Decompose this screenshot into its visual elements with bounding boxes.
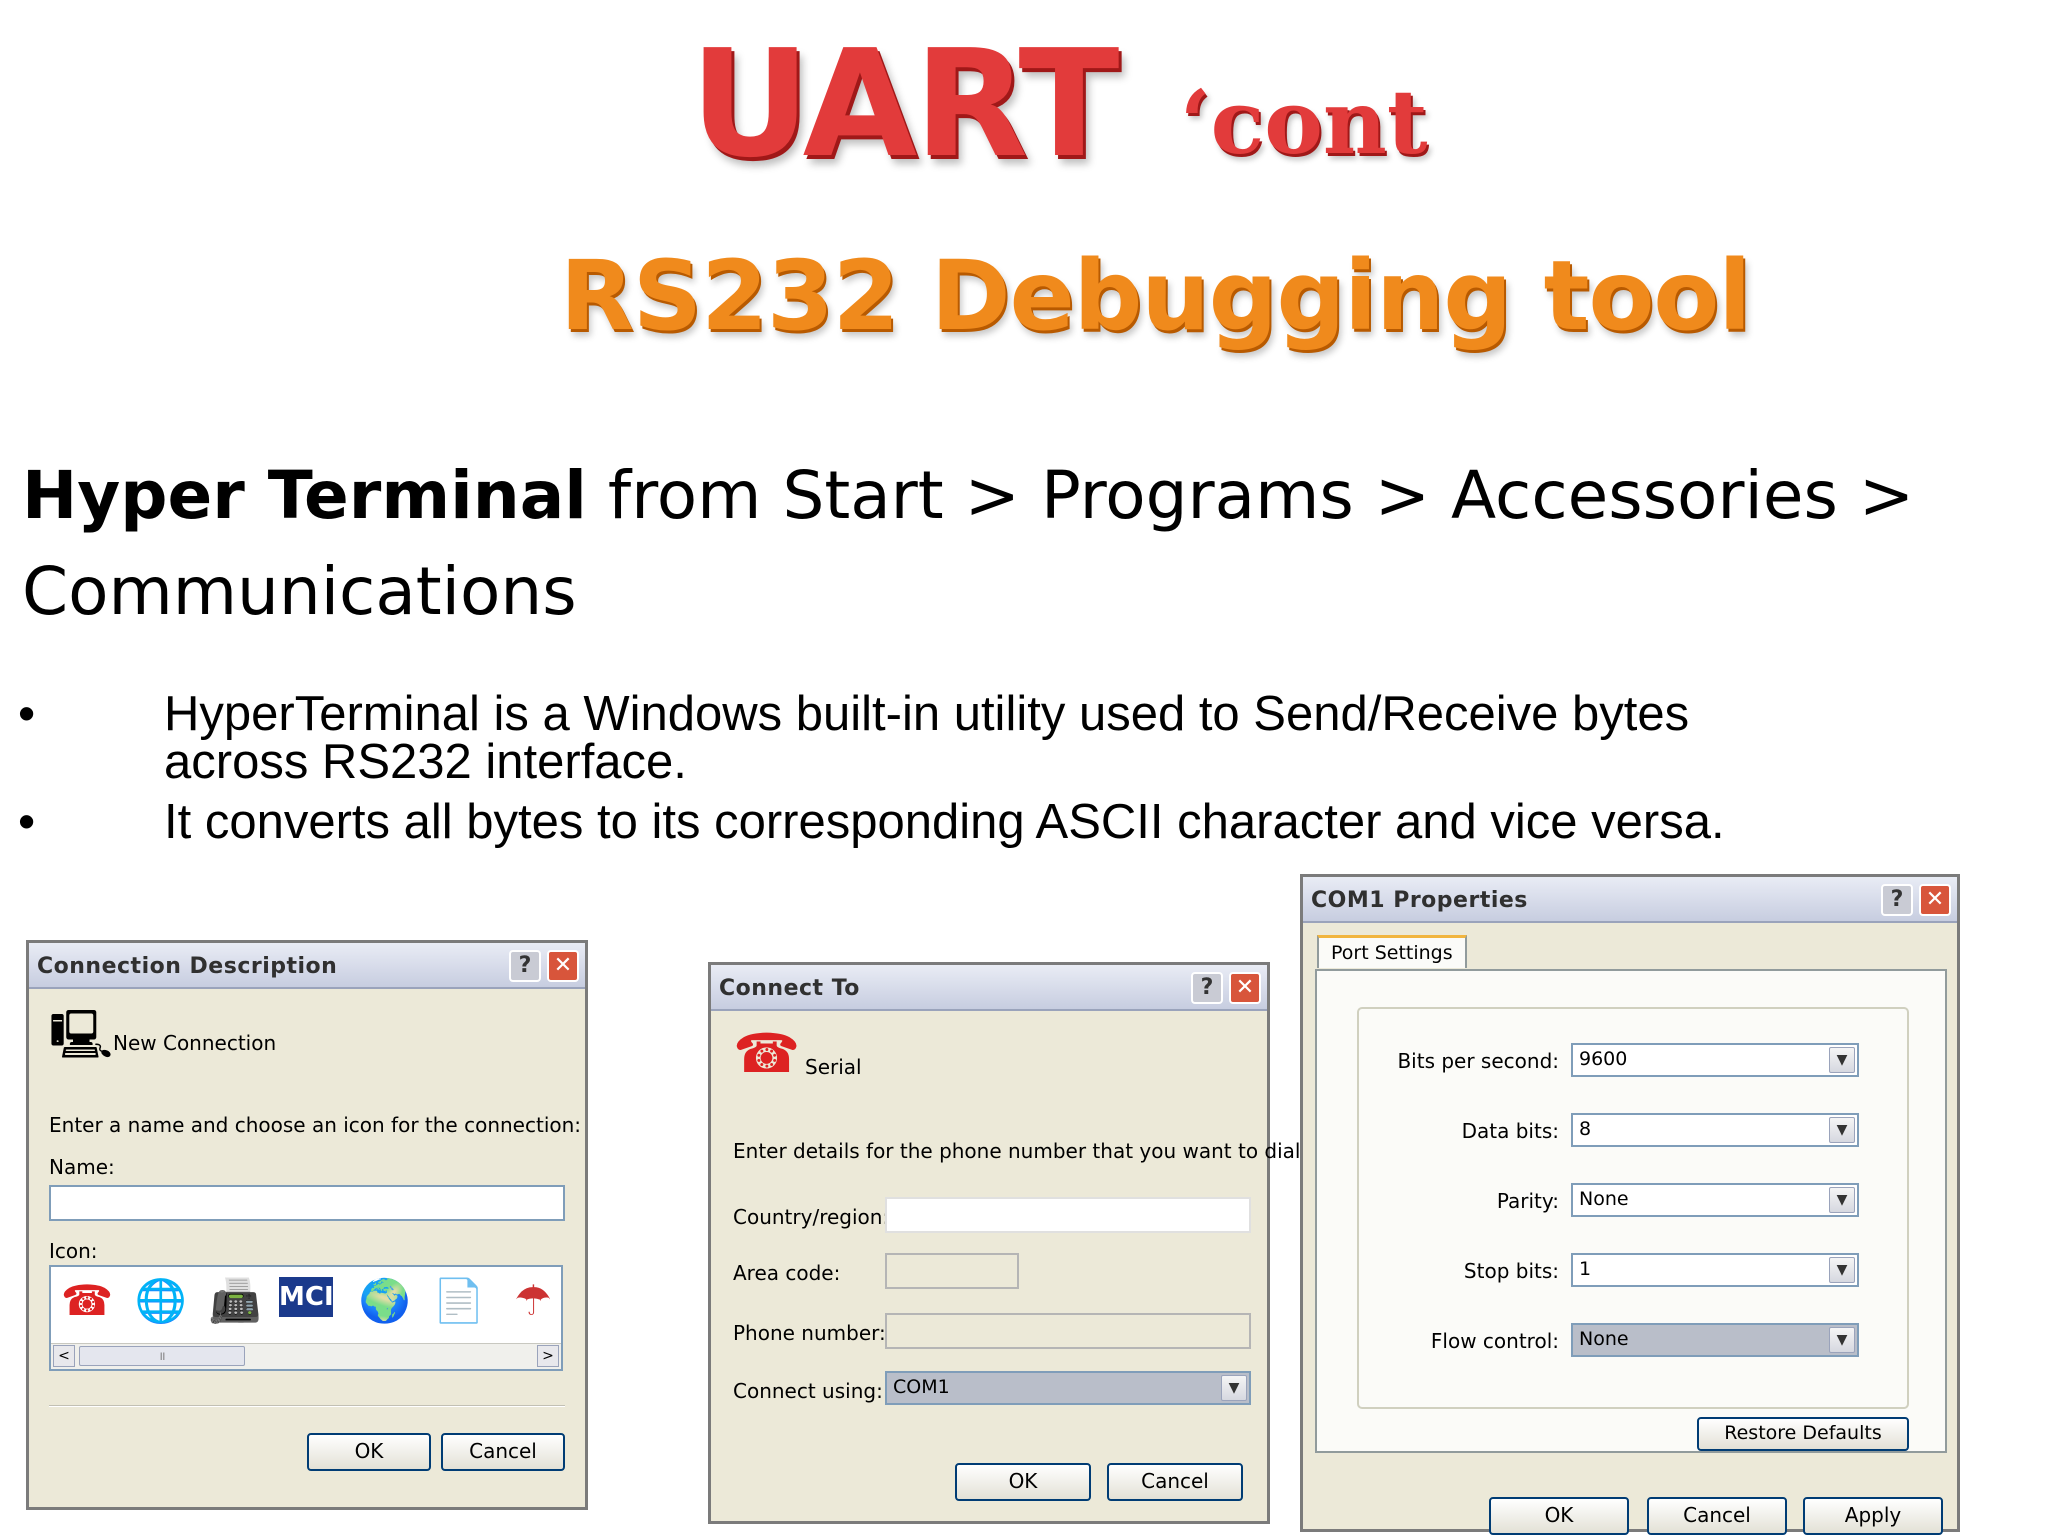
data-bits-select[interactable]: 8 ▼	[1571, 1113, 1859, 1147]
scroll-left-button[interactable]: <	[53, 1345, 75, 1367]
cancel-button[interactable]: Cancel	[441, 1433, 565, 1471]
stop-bits-label: Stop bits:	[1463, 1259, 1559, 1283]
help-button[interactable]: ?	[1881, 884, 1913, 916]
cancel-button[interactable]: Cancel	[1647, 1497, 1787, 1535]
connect-to-dialog: Connect To ? ✕ ☎ Serial Enter details fo…	[708, 962, 1307, 1524]
bullet-dot: •	[18, 687, 36, 741]
com1-properties-dialog: COM1 Properties ? ✕ Bits per second: 960…	[1300, 874, 1960, 1535]
title-bar: COM1 Properties ? ✕	[1303, 877, 1957, 923]
dialog-title: COM1 Properties	[1311, 888, 1528, 913]
ok-button[interactable]: OK	[955, 1463, 1091, 1501]
dialog-body: Bits per second: 9600 ▼ Data bits: 8 ▼ P…	[1303, 923, 1957, 1535]
bullet-list: • HyperTerminal is a Windows built-in ut…	[18, 690, 1778, 858]
name-label: Name:	[49, 1155, 115, 1179]
mci-icon[interactable]: MCI	[279, 1277, 334, 1317]
serial-phone-icon: ☎	[733, 1022, 801, 1085]
dialog-title: Connection Description	[37, 954, 338, 979]
help-button[interactable]: ?	[1191, 972, 1223, 1004]
chevron-down-icon[interactable]: ▼	[1221, 1375, 1247, 1401]
connect-using-value: COM1	[893, 1376, 950, 1398]
parity-label: Parity:	[1496, 1189, 1559, 1213]
dialog-body: 🖳 New Connection Enter a name and choose…	[29, 989, 585, 1507]
stop-bits-select[interactable]: 1 ▼	[1571, 1253, 1859, 1287]
globe-icon[interactable]: 🌐	[131, 1271, 191, 1331]
icon-scrollbar[interactable]: < ॥ >	[51, 1343, 561, 1369]
flow-control-value: None	[1579, 1328, 1629, 1350]
tab-panel: Bits per second: 9600 ▼ Data bits: 8 ▼ P…	[1315, 969, 1947, 1453]
bullet-dot: •	[18, 795, 36, 849]
apply-button[interactable]: Apply	[1803, 1497, 1943, 1535]
area-code-input[interactable]	[885, 1253, 1019, 1289]
chevron-down-icon[interactable]: ▼	[1829, 1187, 1855, 1213]
area-code-label: Area code:	[733, 1261, 841, 1285]
close-button[interactable]: ✕	[1229, 972, 1261, 1004]
connection-description-dialog: Connection Description ? ✕ 🖳 New Connect…	[26, 940, 588, 1510]
bullet-item: • It converts all bytes to its correspon…	[18, 795, 1778, 849]
bullet-text: HyperTerminal is a Windows built-in util…	[164, 687, 1690, 789]
icon-label: Icon:	[49, 1239, 98, 1263]
world-icon[interactable]: 🌍	[355, 1271, 415, 1331]
dialog-body: ☎ Serial Enter details for the phone num…	[711, 1011, 1307, 1521]
menu-path-text: Hyper Terminal from Start > Programs > A…	[22, 448, 2002, 640]
chevron-down-icon[interactable]: ▼	[1829, 1117, 1855, 1143]
title-bar: Connect To ? ✕	[711, 965, 1267, 1011]
flow-control-select[interactable]: None ▼	[1571, 1323, 1859, 1357]
restore-defaults-button[interactable]: Restore Defaults	[1697, 1417, 1909, 1451]
connect-using-select[interactable]: COM1 ▼	[885, 1371, 1251, 1405]
tab-port-settings[interactable]: Port Settings	[1317, 935, 1467, 968]
new-connection-label: New Connection	[113, 1031, 277, 1055]
port-settings-group: Bits per second: 9600 ▼ Data bits: 8 ▼ P…	[1357, 1007, 1909, 1409]
phone-number-label: Phone number:	[733, 1321, 886, 1345]
data-bits-label: Data bits:	[1461, 1119, 1559, 1143]
scroll-right-button[interactable]: >	[537, 1345, 559, 1367]
fax-icon[interactable]: 📠	[205, 1271, 265, 1331]
connect-using-label: Connect using:	[733, 1379, 883, 1403]
scroll-thumb[interactable]: ॥	[79, 1346, 245, 1366]
slide-title-suffix: ‘cont	[1180, 70, 1428, 174]
serial-label: Serial	[805, 1055, 862, 1079]
parity-select[interactable]: None ▼	[1571, 1183, 1859, 1217]
ok-button[interactable]: OK	[307, 1433, 431, 1471]
umbrella-icon[interactable]: ☂	[503, 1271, 563, 1331]
slide-subtitle: RS232 Debugging tool	[560, 240, 1751, 352]
bullet-text: It converts all bytes to its correspondi…	[164, 795, 1725, 849]
icon-list[interactable]: ☎ 🌐 📠 MCI 🌍 📄 ☂ < ॥ >	[49, 1265, 563, 1371]
ok-button[interactable]: OK	[1489, 1497, 1629, 1535]
connection-prompt: Enter a name and choose an icon for the …	[49, 1113, 582, 1137]
parity-value: None	[1579, 1188, 1629, 1210]
country-select[interactable]	[885, 1197, 1251, 1233]
country-label: Country/region:	[733, 1205, 890, 1229]
stop-bits-value: 1	[1579, 1258, 1592, 1280]
close-button[interactable]: ✕	[547, 950, 579, 982]
bits-per-second-select[interactable]: 9600 ▼	[1571, 1043, 1859, 1077]
chevron-down-icon[interactable]: ▼	[1829, 1327, 1855, 1353]
help-button[interactable]: ?	[509, 950, 541, 982]
cancel-button[interactable]: Cancel	[1107, 1463, 1243, 1501]
bullet-item: • HyperTerminal is a Windows built-in ut…	[18, 687, 1778, 789]
dial-prompt: Enter details for the phone number that …	[733, 1139, 1308, 1163]
dialog-title: Connect To	[719, 976, 860, 1001]
chevron-down-icon[interactable]: ▼	[1829, 1047, 1855, 1073]
hyper-terminal-label: Hyper Terminal	[22, 457, 587, 534]
phone-number-input[interactable]	[885, 1313, 1251, 1349]
new-connection-icon: 🖳	[49, 1007, 114, 1063]
data-bits-value: 8	[1579, 1118, 1592, 1140]
phone-icon[interactable]: ☎	[57, 1271, 117, 1331]
document-icon[interactable]: 📄	[429, 1271, 489, 1331]
bits-per-second-label: Bits per second:	[1397, 1049, 1559, 1073]
slide-title: UART	[690, 18, 1119, 190]
name-input[interactable]	[49, 1185, 565, 1221]
divider	[49, 1405, 565, 1407]
title-bar: Connection Description ? ✕	[29, 943, 585, 989]
close-button[interactable]: ✕	[1919, 884, 1951, 916]
flow-control-label: Flow control:	[1430, 1329, 1559, 1353]
chevron-down-icon[interactable]: ▼	[1829, 1257, 1855, 1283]
bits-per-second-value: 9600	[1579, 1048, 1628, 1070]
